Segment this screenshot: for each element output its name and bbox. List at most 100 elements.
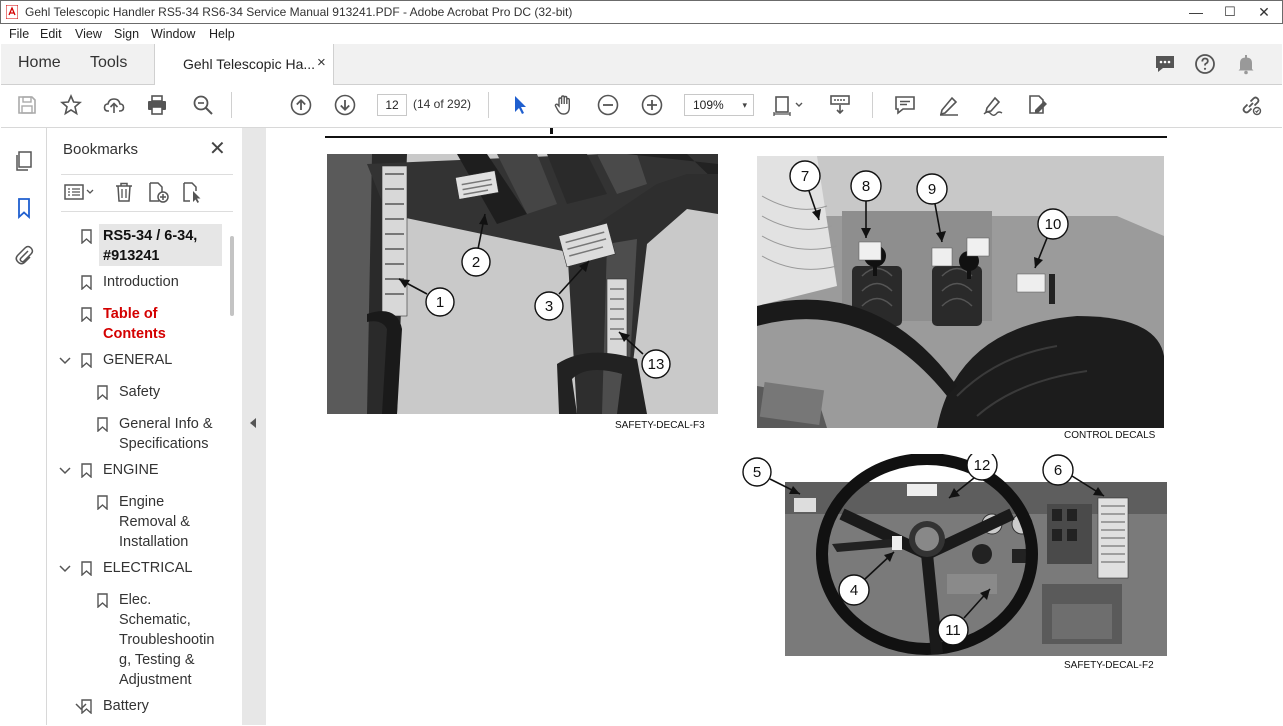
maximize-button[interactable]: ☐ (1213, 3, 1247, 23)
share-link-icon[interactable] (1239, 93, 1263, 117)
menu-help[interactable]: Help (209, 27, 235, 41)
bookmark-icon (97, 495, 108, 510)
page-count-label: (14 of 292) (413, 97, 472, 111)
page-text-fragment (550, 128, 553, 134)
acrobat-app-icon (6, 5, 18, 19)
edit-pdf-icon[interactable] (1025, 93, 1049, 117)
attachments-paperclip-icon[interactable] (13, 244, 35, 266)
delete-bookmark-icon[interactable] (113, 181, 135, 203)
collapse-panel-icon[interactable] (250, 418, 256, 428)
previous-page-icon[interactable] (289, 93, 313, 117)
figure-caption-control: CONTROL DECALS (1064, 430, 1156, 441)
select-cursor-icon[interactable] (508, 93, 532, 117)
close-window-button[interactable]: ✕ (1247, 3, 1281, 23)
main-toolbar: 12 (14 of 292) 109% ▾ (1, 85, 1282, 128)
bookmark-icon (81, 353, 92, 368)
bookmark-label: Installation (119, 534, 189, 550)
figure-caption-f2: SAFETY-DECAL-F2 (1064, 660, 1154, 671)
comment-bubble-icon[interactable] (1153, 52, 1177, 76)
bookmark-icon (81, 561, 92, 576)
tab-document[interactable]: Gehl Telescopic Ha... × (154, 44, 334, 85)
zoom-out-icon[interactable] (596, 93, 620, 117)
callout-13: 13 (648, 356, 665, 373)
toolbar-separator (488, 92, 489, 118)
close-panel-icon[interactable]: ✕ (209, 136, 226, 161)
tab-tools[interactable]: Tools (90, 54, 127, 72)
chevron-down-icon[interactable] (59, 467, 71, 475)
control-decals-photo: 7 8 9 10 (757, 156, 1164, 428)
callout-6: 6 (1054, 462, 1062, 479)
bookmark-label: Schematic, (119, 612, 191, 628)
save-icon[interactable] (15, 93, 39, 117)
bookmark-label: Contents (103, 326, 166, 342)
bookmark-icon (97, 593, 108, 608)
bookmark-star-icon[interactable] (59, 93, 83, 117)
navigation-rail (1, 128, 47, 725)
bookmark-label: Adjustment (119, 672, 192, 688)
bookmark-icon (81, 275, 92, 290)
bookmarks-toolbar (61, 174, 233, 212)
menu-edit[interactable]: Edit (40, 27, 62, 41)
tab-home[interactable]: Home (18, 54, 61, 72)
tab-document-label: Gehl Telescopic Ha... (183, 56, 316, 72)
callout-12: 12 (974, 457, 991, 474)
callout-4: 4 (850, 582, 858, 599)
bookmark-icon (97, 417, 108, 432)
menu-view[interactable]: View (75, 27, 102, 41)
callout-10: 10 (1045, 216, 1062, 233)
new-bookmark-icon[interactable] (147, 181, 169, 203)
bookmark-label: Battery (103, 698, 149, 714)
bookmark-label: g, Testing & (119, 652, 195, 668)
bookmark-label: Specifications (119, 436, 209, 452)
page-rule (325, 136, 1167, 138)
zoom-search-icon[interactable] (191, 93, 215, 117)
chevron-down-icon[interactable] (59, 565, 71, 573)
document-viewport[interactable]: 1 2 3 13 SAFETY-DECAL-F3 7 8 9 10 CONTRO… (266, 128, 1282, 725)
figure-caption-f3: SAFETY-DECAL-F3 (615, 420, 705, 431)
hand-tool-icon[interactable] (552, 93, 576, 117)
upload-cloud-icon[interactable] (102, 93, 126, 117)
menu-window[interactable]: Window (151, 27, 195, 41)
zoom-level-select[interactable]: 109% ▾ (684, 94, 754, 116)
find-bookmark-icon[interactable] (181, 181, 203, 203)
bookmarks-scrollbar[interactable] (230, 236, 234, 316)
bookmark-label: ENGINE (103, 462, 159, 478)
callout-9: 9 (928, 181, 936, 198)
bookmark-icon (81, 463, 92, 478)
add-comment-icon[interactable] (893, 93, 917, 117)
window-title: Gehl Telescopic Handler RS5-34 RS6-34 Se… (25, 5, 573, 19)
bookmark-options-icon[interactable] (63, 181, 97, 203)
bookmark-label: GENERAL (103, 352, 173, 368)
next-page-icon[interactable] (333, 93, 357, 117)
sign-pen-icon[interactable] (981, 93, 1005, 117)
scroll-mode-icon[interactable] (828, 93, 852, 117)
callout-7: 7 (801, 168, 809, 185)
chevron-down-icon: ▾ (742, 100, 747, 110)
page-number-input[interactable]: 12 (377, 94, 407, 116)
print-icon[interactable] (145, 93, 169, 117)
bookmark-label: Safety (119, 384, 161, 400)
notification-bell-icon[interactable] (1234, 52, 1258, 76)
tab-bar: Home Tools Gehl Telescopic Ha... × (1, 44, 1282, 85)
zoom-in-icon[interactable] (640, 93, 664, 117)
callout-5: 5 (753, 464, 761, 481)
bookmark-icon (81, 229, 92, 244)
bookmark-icon (97, 385, 108, 400)
help-icon[interactable] (1193, 52, 1217, 76)
fit-page-icon[interactable] (772, 93, 806, 117)
menu-bar: File Edit View Sign Window Help (1, 24, 1282, 44)
minimize-button[interactable]: — (1179, 3, 1213, 23)
bookmark-label: Table of (103, 306, 158, 322)
menu-sign[interactable]: Sign (114, 27, 139, 41)
bookmark-icon (81, 699, 92, 714)
highlight-pen-icon[interactable] (937, 93, 961, 117)
bookmarks-panel-icon[interactable] (13, 197, 35, 219)
menu-file[interactable]: File (9, 27, 29, 41)
toolbar-separator (872, 92, 873, 118)
tab-close-icon[interactable]: × (317, 54, 326, 71)
chevron-down-icon[interactable] (59, 357, 71, 365)
page-thumbnails-icon[interactable] (13, 150, 35, 172)
bookmark-label: Removal & (119, 514, 190, 530)
toolbar-separator (231, 92, 232, 118)
panel-splitter[interactable] (242, 128, 266, 725)
